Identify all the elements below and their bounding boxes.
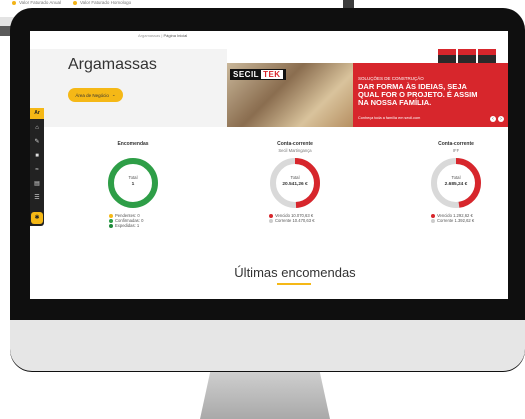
promo-banner[interactable]: SECIL TEK SOLUÇÕES DE CONSTRUÇÃO DAR FORM… [227, 49, 508, 127]
gear-icon[interactable]: ✱ [31, 212, 43, 224]
chart-icon[interactable]: ≈ [33, 166, 41, 174]
logo-text: SECIL [233, 70, 260, 79]
section-title: Últimas encomendas [234, 265, 356, 280]
legend-text: Expedidas: 1 [115, 223, 140, 228]
card-title: Conta-corrente [277, 141, 313, 147]
home-icon[interactable]: ⌂ [33, 124, 41, 132]
banner-next-icon[interactable]: › [498, 116, 504, 122]
area-de-negocio-button[interactable]: Área de Negócio ⌄ [68, 88, 123, 102]
legend-label: Valor Faturado Anual [19, 0, 61, 5]
legend-dot-icon [12, 0, 16, 5]
card-subtitle: Secil Martingança [278, 148, 312, 153]
donut-label: Total [128, 175, 138, 180]
legend-dot-icon [109, 218, 113, 223]
account-legend: Vencido 1.292,62 € Corrente 1.392,62 € [431, 213, 474, 223]
legend-dot-icon [269, 213, 273, 218]
list-icon[interactable]: ☰ [33, 194, 41, 202]
breadcrumb: Argamassas | Página Inicial [138, 33, 188, 38]
donut-label: Total [451, 175, 461, 180]
card-title: Conta-corrente [438, 141, 474, 147]
document-icon[interactable]: ▤ [33, 180, 41, 188]
page-title: Argamassas [68, 56, 157, 73]
breadcrumb-current: Página Inicial [163, 33, 188, 38]
banner-headline: DAR FORMA ÀS IDEIAS, SEJA QUAL FOR O PRO… [358, 82, 478, 107]
legend-dot-icon [72, 0, 77, 5]
banner-cta[interactable]: Conheça toda a família em secil.com [358, 116, 420, 120]
donut-value: 2.685,24 € [444, 182, 468, 187]
account-legend: Vencido 10.070,63 € Corrente 10.470,63 € [269, 213, 315, 223]
monitor-stand [200, 371, 330, 419]
donut-value: 1 [131, 182, 135, 187]
area-button-label: Área de Negócio [75, 92, 109, 98]
orders-legend: Pendentes: 0 Confirmadas: 0 Expedidas: 1 [109, 213, 143, 228]
sidebar: Ar ⌂ ✎ ■ ≈ ▤ ☰ ✱ [30, 108, 44, 226]
screen: Argamassas | Página Inicial Argamassas Á… [30, 31, 508, 299]
section-underline [277, 283, 311, 285]
sidebar-logo[interactable]: Ar [30, 108, 44, 119]
donut-label: Total [290, 175, 300, 180]
logo-accent: TEK [261, 70, 283, 79]
secil-tek-logo: SECIL TEK [230, 69, 286, 80]
legend-item: Expedidas: 1 [109, 223, 143, 228]
legend-text: Corrente 1.392,62 € [437, 218, 475, 223]
legend-dot-icon [109, 223, 113, 228]
legend-dot-icon [431, 213, 435, 218]
legend-dot-icon [431, 218, 435, 223]
edit-icon[interactable]: ✎ [33, 138, 41, 146]
monitor-chin [10, 320, 525, 371]
box-icon[interactable]: ■ [33, 152, 41, 160]
legend-dot-icon [109, 213, 113, 218]
donut-value: 20.541,26 € [282, 182, 308, 187]
legend-item: Corrente 10.470,63 € [269, 218, 315, 223]
card-title: Encomendas [117, 141, 149, 147]
banner-kicker: SOLUÇÕES DE CONSTRUÇÃO [358, 76, 424, 81]
card-subtitle: IFF [452, 148, 460, 153]
legend-text: Corrente 10.470,63 € [275, 218, 315, 223]
banner-nav: ‹ › [490, 116, 504, 122]
legend-item: Corrente 1.392,62 € [431, 218, 474, 223]
legend-dot-icon [269, 218, 273, 223]
chevron-down-icon: ⌄ [111, 92, 116, 97]
banner-prev-icon[interactable]: ‹ [490, 116, 496, 122]
breadcrumb-root[interactable]: Argamassas [138, 33, 160, 38]
legend-label: Valor Faturado Homologo [79, 0, 132, 5]
background-legend: Valor Faturado Anual Valor Faturado Homo… [12, 0, 131, 5]
